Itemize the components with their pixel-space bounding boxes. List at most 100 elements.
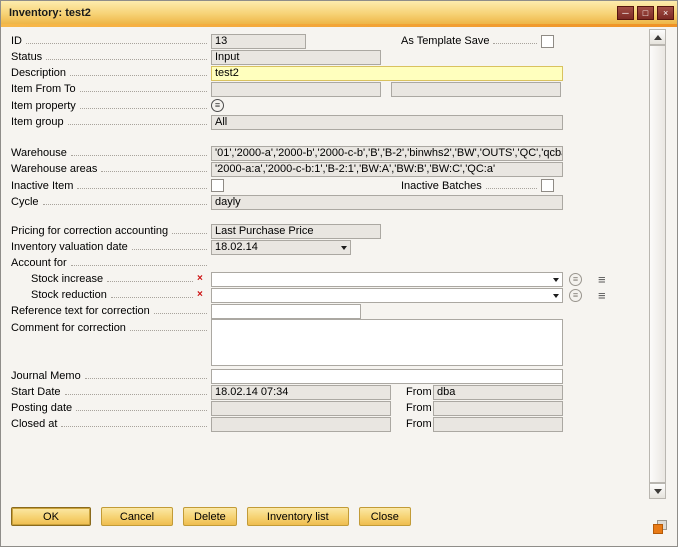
item-group-label-text: Item group [11, 116, 64, 128]
restore-icon: □ [643, 7, 648, 19]
journal-memo-input[interactable] [211, 369, 563, 384]
pricing-label: Pricing for correction accounting [11, 225, 211, 237]
stock-increase-combo[interactable] [211, 272, 563, 287]
status-label-text: Status [11, 51, 42, 63]
row-id: ID 13 As Template Save [11, 33, 617, 49]
spacer [11, 130, 617, 145]
row-comment: Comment for correction [11, 319, 617, 368]
start-date-label-text: Start Date [11, 386, 61, 398]
closed-from-group: From [406, 417, 563, 432]
cycle-label: Cycle [11, 196, 211, 208]
inactive-batches-group: Inactive Batches [401, 179, 554, 192]
item-property-label: Item property [11, 100, 211, 112]
row-description: Description [11, 65, 617, 81]
id-label: ID [11, 35, 211, 47]
start-date-field: 18.02.14 07:34 [211, 385, 391, 400]
chevron-down-icon [553, 294, 559, 298]
description-label: Description [11, 67, 211, 79]
row-account-for: Account for [11, 255, 617, 271]
closed-at-label-text: Closed at [11, 418, 57, 430]
restore-button[interactable]: □ [637, 6, 654, 20]
menu-icon[interactable]: ≡ [598, 273, 606, 286]
row-item-group: Item group All [11, 114, 617, 130]
title-bar[interactable]: Inventory: test2 ─ □ × [1, 1, 677, 24]
stock-increase-label: Stock increase [11, 273, 197, 285]
posting-date-label-text: Posting date [11, 402, 72, 414]
row-warehouse: Warehouse '01','2000-a','2000-b','2000-c… [11, 145, 617, 161]
required-x-icon: × [197, 272, 211, 286]
start-from-label: From [406, 386, 433, 398]
warehouse-areas-field: '2000-a:a','2000-c-b:1','B-2:1','BW:A','… [211, 162, 563, 177]
vertical-scrollbar[interactable] [649, 29, 666, 499]
closed-at-label: Closed at [11, 418, 211, 430]
scroll-up-button[interactable] [649, 29, 666, 45]
ok-button[interactable]: OK [11, 507, 91, 526]
posting-from-field [433, 401, 563, 416]
choose-from-list-icon[interactable]: ≡ [569, 273, 582, 286]
description-label-text: Description [11, 67, 66, 79]
button-bar: OK Cancel Delete Inventory list Close [11, 507, 411, 526]
inactive-item-checkbox[interactable] [211, 179, 224, 192]
inventory-list-button[interactable]: Inventory list [247, 507, 349, 526]
inventory-form: ID 13 As Template Save Status Input Desc… [11, 33, 617, 432]
row-valuation-date: Inventory valuation date 18.02.14 [11, 239, 617, 255]
comment-textarea[interactable] [211, 319, 563, 366]
row-start-date: Start Date 18.02.14 07:34 From dba [11, 384, 617, 400]
stock-reduction-combo[interactable] [211, 288, 563, 303]
scroll-down-button[interactable] [649, 483, 666, 499]
inactive-batches-label-text: Inactive Batches [401, 180, 482, 192]
resize-grip-icon[interactable] [653, 520, 667, 534]
inactive-batches-checkbox[interactable] [541, 179, 554, 192]
warehouse-areas-label: Warehouse areas [11, 163, 211, 175]
item-group-label: Item group [11, 116, 211, 128]
description-input[interactable] [211, 66, 563, 81]
item-from-to-label: Item From To [11, 83, 211, 95]
as-template-save-checkbox[interactable] [541, 35, 554, 48]
close-button[interactable]: × [657, 6, 674, 20]
window-title: Inventory: test2 [9, 7, 614, 19]
reference-text-input[interactable] [211, 304, 361, 319]
close-form-button[interactable]: Close [359, 507, 411, 526]
comment-label: Comment for correction [11, 319, 211, 334]
warehouse-field: '01','2000-a','2000-b','2000-c-b','B','B… [211, 146, 563, 161]
row-inactive: Inactive Item Inactive Batches [11, 177, 617, 194]
row-stock-increase: Stock increase × ≡ ≡ [11, 271, 617, 287]
item-property-selector-icon[interactable]: ≡ [211, 99, 224, 112]
inactive-item-label: Inactive Item [11, 180, 211, 192]
menu-icon[interactable]: ≡ [598, 289, 606, 302]
row-cycle: Cycle dayly [11, 194, 617, 210]
valuation-date-combo[interactable]: 18.02.14 [211, 240, 351, 255]
account-for-label-text: Account for [11, 257, 67, 269]
stock-increase-label-text: Stock increase [31, 273, 103, 285]
reference-text-label-text: Reference text for correction [11, 305, 150, 317]
choose-from-list-icon[interactable]: ≡ [569, 289, 582, 302]
delete-button[interactable]: Delete [183, 507, 237, 526]
minimize-icon: ─ [622, 7, 628, 19]
journal-memo-label: Journal Memo [11, 370, 211, 382]
chevron-down-icon [553, 278, 559, 282]
item-to-field [391, 82, 561, 97]
cancel-button[interactable]: Cancel [101, 507, 173, 526]
inventory-window: Inventory: test2 ─ □ × ID 13 As Template… [0, 0, 678, 547]
row-journal-memo: Journal Memo [11, 368, 617, 384]
closed-from-label: From [406, 418, 433, 430]
id-label-text: ID [11, 35, 22, 47]
close-icon: × [663, 7, 668, 19]
start-from-field: dba [433, 385, 563, 400]
scrollbar-thumb[interactable] [649, 45, 666, 483]
row-item-property: Item property ≡ [11, 97, 617, 114]
row-reference-text: Reference text for correction [11, 303, 617, 319]
item-property-label-text: Item property [11, 100, 76, 112]
pricing-field: Last Purchase Price [211, 224, 381, 239]
row-stock-reduction: Stock reduction × ≡ ≡ [11, 287, 617, 303]
closed-from-field [433, 417, 563, 432]
status-field: Input [211, 50, 381, 65]
posting-from-label: From [406, 402, 433, 414]
cycle-field: dayly [211, 195, 563, 210]
minimize-button[interactable]: ─ [617, 6, 634, 20]
row-item-from-to: Item From To [11, 81, 617, 97]
stock-reduction-label: Stock reduction [11, 289, 197, 301]
reference-text-label: Reference text for correction [11, 305, 211, 317]
row-posting-date: Posting date From [11, 400, 617, 416]
item-from-to-label-text: Item From To [11, 83, 76, 95]
